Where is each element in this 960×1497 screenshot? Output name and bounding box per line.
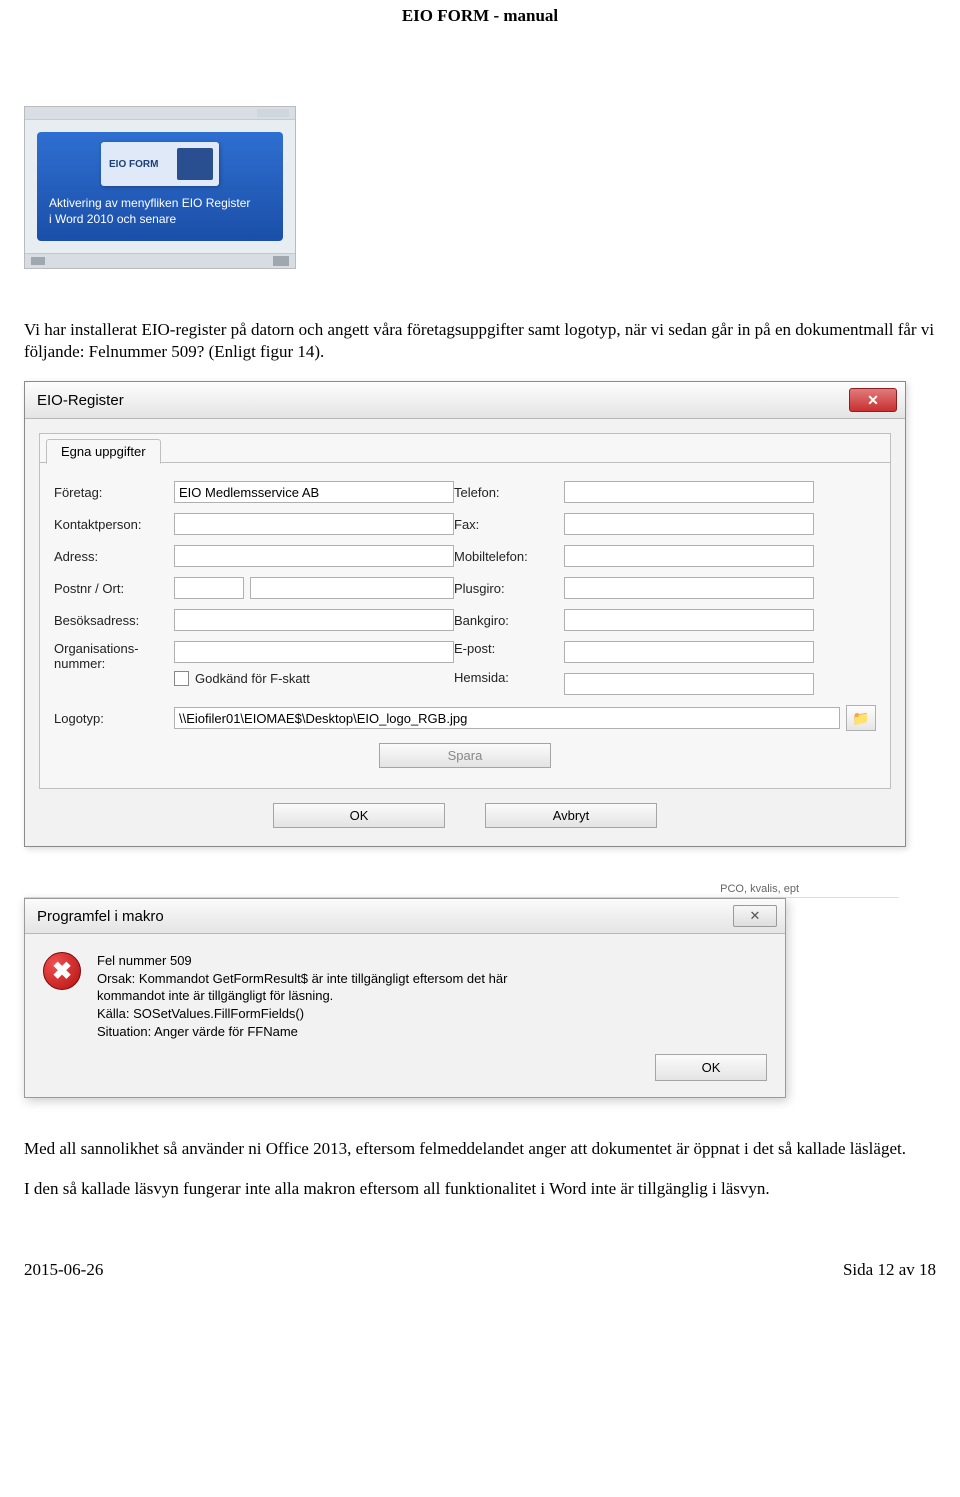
label-telefon: Telefon: <box>454 485 564 500</box>
foretag-input[interactable] <box>174 481 454 503</box>
video-caption-line2: i Word 2010 och senare <box>49 212 271 228</box>
label-plusgiro: Plusgiro: <box>454 581 564 596</box>
error-line-4: Källa: SOSetValues.FillFormFields() <box>97 1005 507 1023</box>
label-fskatt: Godkänd för F-skatt <box>195 671 310 686</box>
video-thumbnail-card: EIO FORM <box>101 142 219 186</box>
kontaktperson-input[interactable] <box>174 513 454 535</box>
eio-register-dialog: EIO-Register ✕ Egna uppgifter Företag: T… <box>24 381 906 847</box>
video-progress-bar[interactable] <box>25 253 295 268</box>
background-fragment-text: PCO, kvalis, ept <box>24 883 899 898</box>
video-thumbnail-chrome <box>25 107 295 120</box>
body-paragraph-3: I den så kallade läsvyn fungerar inte al… <box>24 1178 936 1200</box>
label-foretag: Företag: <box>54 485 174 500</box>
page-header-title: EIO FORM - manual <box>24 0 936 26</box>
label-logotyp: Logotyp: <box>54 711 174 726</box>
fskatt-checkbox[interactable] <box>174 671 189 686</box>
programfel-close-button[interactable]: ✕ <box>733 905 777 927</box>
label-hemsida: Hemsida: <box>454 670 564 685</box>
label-orgnr-l2: nummer: <box>54 656 174 671</box>
label-epost: E-post: <box>454 641 564 656</box>
body-paragraph-1: Vi har installerat EIO-register på dator… <box>24 319 936 363</box>
eio-register-title: EIO-Register <box>37 392 124 409</box>
ok-button[interactable]: OK <box>273 803 445 828</box>
label-mobiltelefon: Mobiltelefon: <box>454 549 564 564</box>
logotyp-input[interactable] <box>174 707 840 729</box>
besoksadress-input[interactable] <box>174 609 454 631</box>
error-line-1: Fel nummer 509 <box>97 952 507 970</box>
telefon-input[interactable] <box>564 481 814 503</box>
plusgiro-input[interactable] <box>564 577 814 599</box>
body-paragraph-2: Med all sannolikhet så använder ni Offic… <box>24 1138 936 1160</box>
label-adress: Adress: <box>54 549 174 564</box>
folder-icon: 📁 <box>852 710 869 727</box>
label-fax: Fax: <box>454 517 564 532</box>
footer-date: 2015-06-26 <box>24 1260 103 1280</box>
adress-input[interactable] <box>174 545 454 567</box>
spara-button[interactable]: Spara <box>379 743 551 768</box>
label-besoksadress: Besöksadress: <box>54 613 174 628</box>
error-icon: ✖ <box>43 952 81 990</box>
label-bankgiro: Bankgiro: <box>454 613 564 628</box>
browse-logotyp-button[interactable]: 📁 <box>846 705 876 731</box>
programfel-dialog: Programfel i makro ✕ ✖ Fel nummer 509 Or… <box>24 898 786 1098</box>
label-orgnr-l1: Organisations- <box>54 641 174 656</box>
avbryt-button[interactable]: Avbryt <box>485 803 657 828</box>
video-caption-line1: Aktivering av menyfliken EIO Register <box>49 196 271 212</box>
error-line-3: kommandot inte är tillgängligt för läsni… <box>97 987 507 1005</box>
close-icon: ✕ <box>750 908 761 924</box>
label-kontaktperson: Kontaktperson: <box>54 517 174 532</box>
close-button[interactable]: ✕ <box>849 388 897 412</box>
close-icon: ✕ <box>867 392 879 409</box>
error-line-5: Situation: Anger värde för FFName <box>97 1023 507 1041</box>
orgnr-input[interactable] <box>174 641 454 663</box>
footer-page-number: Sida 12 av 18 <box>843 1260 936 1280</box>
video-thumbnail[interactable]: EIO FORM Aktivering av menyfliken EIO Re… <box>24 106 296 269</box>
video-card-label: EIO FORM <box>109 159 158 170</box>
epost-input[interactable] <box>564 641 814 663</box>
hemsida-input[interactable] <box>564 673 814 695</box>
programfel-title: Programfel i makro <box>37 908 164 925</box>
programfel-ok-button[interactable]: OK <box>655 1054 767 1081</box>
bankgiro-input[interactable] <box>564 609 814 631</box>
mobiltelefon-input[interactable] <box>564 545 814 567</box>
fax-input[interactable] <box>564 513 814 535</box>
postnr-input[interactable] <box>174 577 244 599</box>
ort-input[interactable] <box>250 577 454 599</box>
error-line-2: Orsak: Kommandot GetFormResult$ är inte … <box>97 970 507 988</box>
tab-egna-uppgifter[interactable]: Egna uppgifter <box>46 439 161 464</box>
label-postnr-ort: Postnr / Ort: <box>54 581 174 596</box>
